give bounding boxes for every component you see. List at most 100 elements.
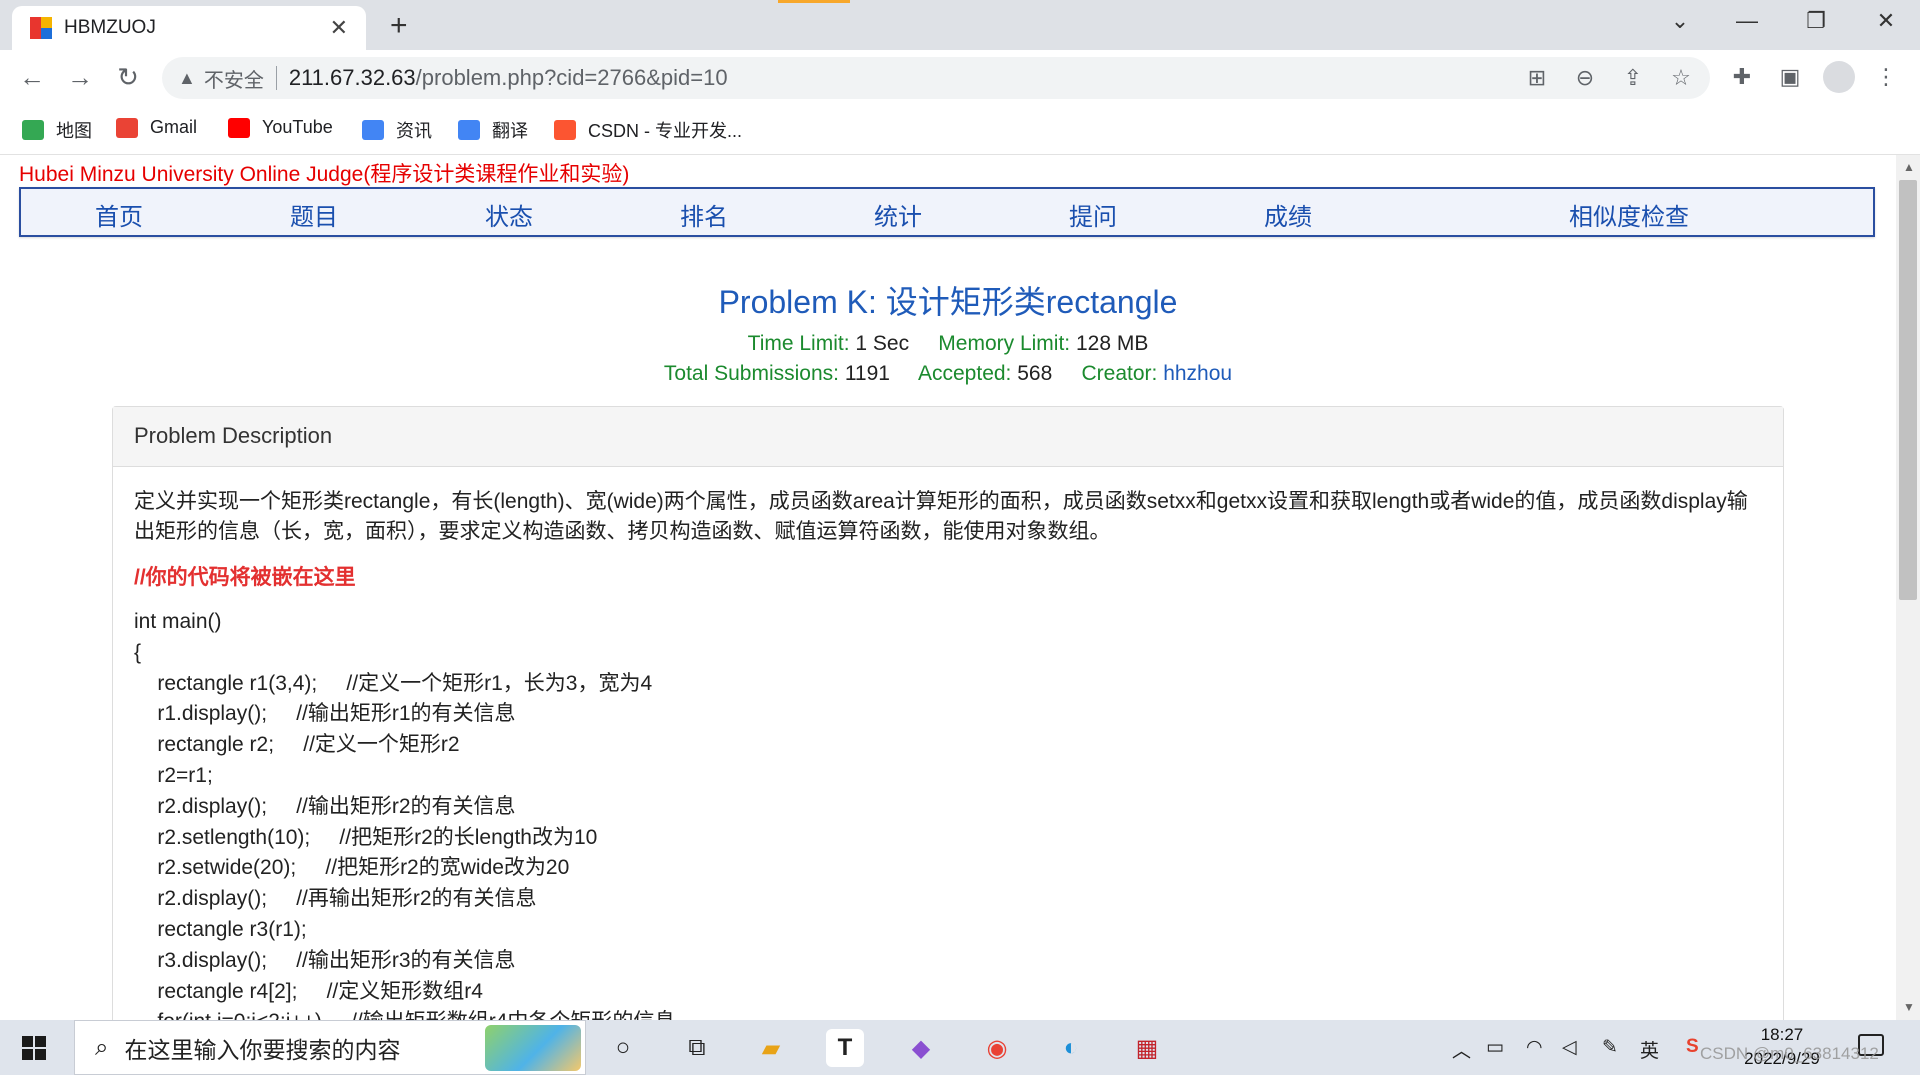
code-line: r1.display(); //输出矩形r1的有关信息: [134, 702, 516, 726]
tray-chevron-icon[interactable]: ︿: [1452, 1036, 1471, 1063]
description-text: 定义并实现一个矩形类rectangle，有长(length)、宽(wide)两个…: [134, 490, 1748, 543]
visual-studio-icon[interactable]: ◆: [902, 1029, 940, 1067]
nav-similarity-check[interactable]: 相似度检查: [1569, 197, 1689, 232]
bookmark-label: 资讯: [396, 121, 432, 141]
edge-icon[interactable]: ◐: [1052, 1029, 1090, 1067]
bookmark-label: 地图: [56, 121, 92, 141]
code-block: int main() { rectangle r1(3,4); //定义一个矩形…: [134, 607, 1762, 1020]
reload-icon[interactable]: ↻: [110, 62, 146, 93]
cortana-icon[interactable]: ○: [604, 1029, 642, 1067]
bookmark-label: YouTube: [262, 117, 333, 137]
bookmark-label: 翻译: [492, 121, 528, 141]
stats-line: Total Submissions: 1191 Accepted: 568 Cr…: [0, 362, 1896, 386]
submissions-label: Total Submissions:: [663, 362, 839, 385]
profile-avatar[interactable]: [1823, 61, 1855, 93]
bookmark-gmail[interactable]: Gmail: [116, 117, 197, 138]
search-highlight-image: [485, 1025, 581, 1071]
nav-grades[interactable]: 成绩: [1264, 197, 1312, 232]
tab-accent: [778, 0, 850, 3]
nav-problems[interactable]: 题目: [290, 197, 338, 232]
url-host[interactable]: 211.67.32.63: [289, 65, 416, 91]
gmail-icon: [116, 117, 138, 138]
task-view-icon[interactable]: ⧉: [678, 1029, 716, 1067]
volume-icon[interactable]: ◁: [1562, 1036, 1577, 1059]
browser-toolbar: ← → ↻ ▲ 不安全 211.67.32.63 /problem.php?ci…: [0, 50, 1920, 106]
search-placeholder: 在这里输入你要搜索的内容: [124, 1036, 401, 1063]
code-hint: //你的代码将被嵌在这里: [134, 566, 356, 589]
page-viewport: Hubei Minzu University Online Judge(程序设计…: [0, 155, 1896, 1020]
wifi-icon[interactable]: ◠: [1526, 1036, 1543, 1059]
zoom-icon[interactable]: ⊖: [1570, 65, 1600, 91]
accepted-label: Accepted:: [918, 362, 1012, 385]
submissions-value: 1191: [844, 362, 890, 385]
memory-limit-value: 128 MB: [1075, 332, 1149, 355]
close-window-icon[interactable]: ✕: [1866, 8, 1906, 34]
code-line: rectangle r2; //定义一个矩形r2: [134, 733, 460, 757]
panel-heading: Problem Description: [113, 407, 1783, 467]
code-line: r2.display(); //再输出矩形r2的有关信息: [134, 887, 537, 911]
code-line: rectangle r3(r1);: [134, 917, 307, 941]
creator-label: Creator:: [1081, 362, 1158, 385]
bookmark-youtube[interactable]: YouTube: [228, 117, 333, 138]
url-path[interactable]: /problem.php?cid=2766&pid=10: [416, 65, 728, 91]
nav-home[interactable]: 首页: [95, 197, 143, 232]
chrome-icon[interactable]: ◉: [978, 1029, 1016, 1067]
bookmark-csdn[interactable]: CSDN - 专业开发...: [554, 117, 742, 143]
site-navbar: 首页 题目 状态 排名 统计 提问 成绩 相似度检查: [19, 187, 1875, 237]
file-explorer-icon[interactable]: ▰: [752, 1029, 790, 1067]
menu-icon[interactable]: ⋮: [1870, 64, 1902, 90]
typora-icon[interactable]: T: [826, 1029, 864, 1067]
code-line: rectangle r4[2]; //定义矩形数组r4: [134, 979, 483, 1003]
accepted-value: 568: [1017, 362, 1053, 385]
nav-status[interactable]: 状态: [485, 197, 533, 232]
tab-search-icon[interactable]: ⌄: [1660, 8, 1700, 34]
scroll-down-icon[interactable]: ▼: [1903, 1000, 1915, 1014]
nav-statistics[interactable]: 统计: [874, 197, 922, 232]
pen-icon[interactable]: ✎: [1602, 1036, 1618, 1059]
minimize-icon[interactable]: —: [1727, 8, 1767, 34]
side-panel-icon[interactable]: ▣: [1774, 64, 1806, 90]
problem-description-panel: Problem Description 定义并实现一个矩形类rectangle，…: [112, 406, 1784, 1020]
nav-ranking[interactable]: 排名: [680, 197, 728, 232]
scroll-up-icon[interactable]: ▲: [1903, 160, 1915, 174]
bookmark-translate[interactable]: 翻译: [458, 117, 528, 143]
taskbar-search-box[interactable]: ⌕ 在这里输入你要搜索的内容: [74, 1020, 586, 1075]
csdn-tray-icon[interactable]: S: [1686, 1036, 1699, 1058]
windows-start-icon[interactable]: [22, 1036, 46, 1060]
nav-questions[interactable]: 提问: [1069, 197, 1117, 232]
site-favicon-icon: [30, 17, 52, 39]
address-bar[interactable]: ▲ 不安全 211.67.32.63 /problem.php?cid=2766…: [162, 57, 1710, 99]
problem-title: Problem K: 设计矩形类rectangle: [718, 284, 1178, 320]
forward-arrow-icon[interactable]: →: [62, 62, 98, 93]
browser-tab[interactable]: HBMZUOJ ✕: [12, 6, 366, 50]
windows-taskbar: ⌕ 在这里输入你要搜索的内容 ○ ⧉ ▰ T ◆ ◉ ◐ ▦ ︿ ▭ ◠ ◁ ✎…: [0, 1020, 1920, 1075]
close-tab-icon[interactable]: ✕: [330, 15, 348, 41]
address-separator: [275, 66, 277, 90]
tab-title: HBMZUOJ: [64, 17, 156, 38]
scrollbar-thumb[interactable]: [1899, 180, 1917, 600]
code-line: for(int i=0;i<2;i++) //输出矩形数组r4中各个矩形的信息: [134, 1007, 1762, 1020]
bookmark-news[interactable]: 资讯: [362, 117, 432, 143]
panel-body: 定义并实现一个矩形类rectangle，有长(length)、宽(wide)两个…: [113, 467, 1783, 1020]
time-limit-label: Time Limit:: [747, 332, 850, 355]
code-line: r2.display(); //输出矩形r2的有关信息: [134, 794, 516, 818]
code-line: {: [134, 640, 142, 664]
bookmark-star-icon[interactable]: ☆: [1666, 65, 1696, 91]
bookmark-maps[interactable]: 地图: [22, 117, 92, 143]
code-line: r3.display(); //输出矩形r3的有关信息: [134, 948, 516, 972]
share-icon[interactable]: ⇪: [1618, 65, 1648, 91]
winrar-icon[interactable]: ▦: [1128, 1029, 1166, 1067]
csdn-watermark: CSDN @m0_63814312: [1700, 1044, 1879, 1063]
bookmark-label: CSDN - 专业开发...: [588, 121, 743, 141]
ime-indicator[interactable]: 英: [1640, 1036, 1659, 1063]
security-label[interactable]: 不安全: [204, 64, 264, 93]
new-tab-button[interactable]: +: [390, 9, 408, 43]
time-limit-value: 1 Sec: [855, 332, 910, 355]
creator-link[interactable]: hhzhou: [1163, 362, 1232, 385]
translate-icon[interactable]: ⊞: [1522, 65, 1552, 91]
back-arrow-icon[interactable]: ←: [14, 62, 50, 93]
extensions-icon[interactable]: ✚: [1726, 64, 1758, 90]
battery-icon[interactable]: ▭: [1486, 1036, 1504, 1059]
warning-icon[interactable]: ▲: [178, 68, 196, 89]
restore-icon[interactable]: ❐: [1796, 8, 1836, 34]
